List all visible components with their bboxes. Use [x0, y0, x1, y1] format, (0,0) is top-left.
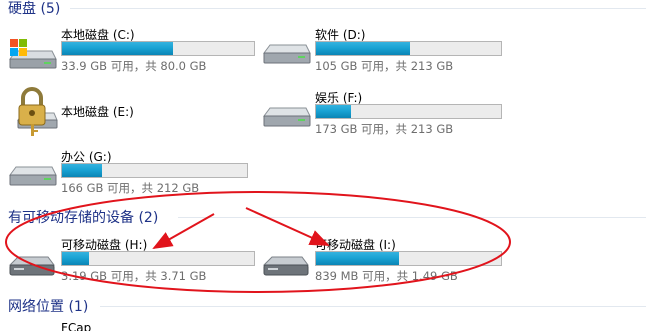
annotation-arrow-left — [152, 213, 215, 249]
annotation-ellipse — [5, 191, 511, 293]
annotation-arrow-right — [245, 207, 330, 246]
annotation-overlay — [5, 191, 511, 293]
